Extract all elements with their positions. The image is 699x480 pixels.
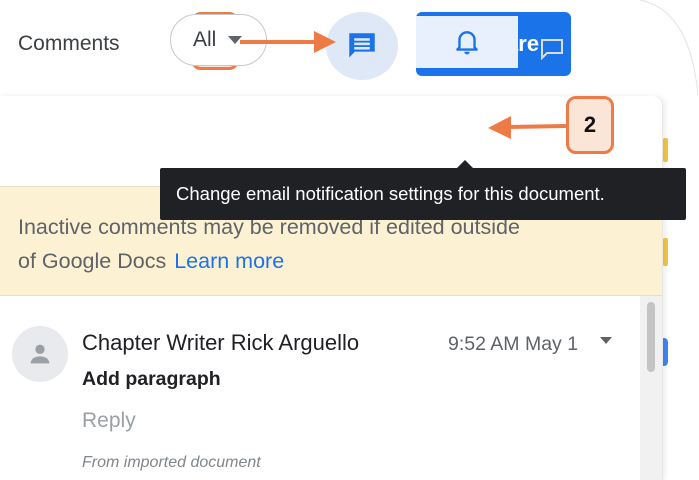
comment-author: Chapter Writer Rick Arguello	[82, 330, 360, 355]
avatar	[12, 326, 68, 382]
person-icon	[30, 344, 50, 364]
arrow-2	[507, 124, 567, 129]
tooltip: Change email notification settings for t…	[160, 168, 686, 220]
comment-source-note: From imported document	[82, 454, 261, 471]
comment-text: Add paragraph	[82, 368, 221, 390]
arrow-2-head	[488, 116, 511, 139]
notice-line-2: of Google Docs Learn more	[18, 249, 284, 274]
arrow-1-head	[314, 31, 336, 53]
comment-timestamp: 9:52 AM May 1	[448, 333, 579, 355]
notice-text: of Google Docs	[18, 249, 167, 273]
scrollbar-thumb[interactable]	[647, 302, 655, 372]
reply-button[interactable]: Reply	[82, 409, 136, 433]
comment-menu-icon[interactable]	[600, 337, 612, 344]
learn-more-link[interactable]: Learn more	[174, 249, 284, 273]
